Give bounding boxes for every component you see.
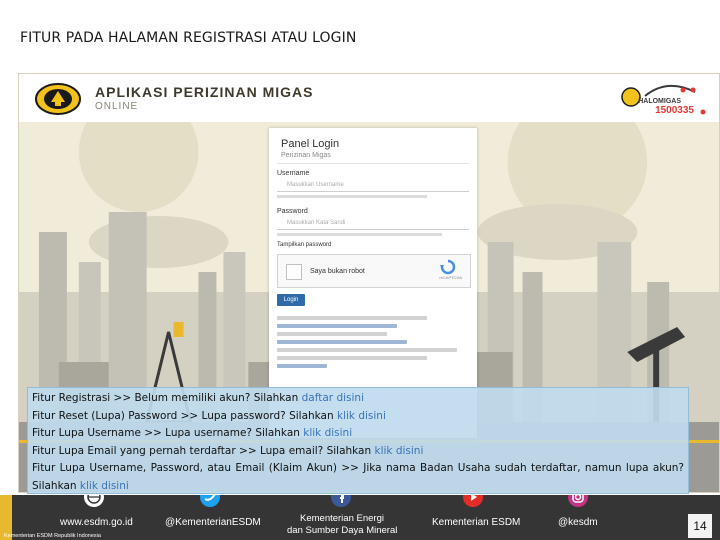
panel-subtitle: Perizinan Migas: [281, 152, 331, 159]
feature-description-box: Fitur Registrasi >> Belum memiliki akun?…: [27, 387, 689, 494]
feature-line-lupa-email: Fitur Lupa Email yang pernah terdaftar >…: [32, 444, 424, 457]
feature-line-registrasi: Fitur Registrasi >> Belum memiliki akun?…: [32, 392, 364, 404]
footer-youtube[interactable]: Kementerian ESDM: [432, 517, 520, 528]
captcha-label: Saya bukan robot: [310, 268, 365, 275]
footer-org-line1: Kementerian Energi: [300, 513, 384, 524]
recaptcha-widget: Saya bukan robot reCAPTCHA: [277, 254, 471, 288]
hotline-number: 1500335: [655, 105, 694, 116]
footer-instagram[interactable]: @kesdm: [558, 517, 598, 528]
password-input[interactable]: Masukkan Kata Sandi: [277, 218, 469, 230]
help-line: [277, 332, 387, 336]
hotline-label: HALOMIGAS: [638, 98, 681, 105]
help-line: [277, 316, 427, 320]
feature-line-lupa-username: Fitur Lupa Username >> Lupa username? Si…: [32, 427, 353, 440]
lupa-username-link[interactable]: klik disini: [303, 427, 352, 439]
help-link[interactable]: [277, 324, 397, 328]
help-line: [277, 356, 427, 360]
facebook-icon: [331, 495, 351, 507]
recaptcha-icon: [440, 259, 456, 275]
panel-title: Panel Login: [281, 138, 340, 150]
help-link[interactable]: [277, 340, 407, 344]
feature-line-reset-password: Fitur Reset (Lupa) Password >> Lupa pass…: [32, 409, 386, 422]
help-link[interactable]: [277, 364, 327, 368]
footer-twitter[interactable]: @KementerianESDM: [165, 517, 261, 528]
username-input[interactable]: Masukkan Username: [277, 180, 469, 192]
daftar-disini-link[interactable]: daftar disini: [302, 392, 364, 404]
footer-org-line2: dan Sumber Daya Mineral: [287, 525, 398, 536]
esdm-emblem-icon: [35, 83, 81, 115]
slide-title: FITUR PADA HALAMAN REGISTRASI ATAU LOGIN: [20, 30, 357, 46]
captcha-brand: reCAPTCHA: [439, 275, 462, 280]
password-hint: [277, 233, 442, 236]
klaim-akun-link[interactable]: klik disini: [80, 480, 129, 492]
instagram-icon: [568, 495, 588, 507]
username-label: Username: [277, 170, 310, 177]
panel-divider: [277, 163, 469, 164]
youtube-icon: [463, 495, 483, 507]
copyright-text: Kementerian ESDM Republik Indonesia: [4, 533, 101, 539]
page-number: 14: [688, 514, 712, 538]
login-button[interactable]: Login: [277, 294, 305, 306]
app-title: APLIKASI PERIZINAN MIGAS: [95, 84, 314, 100]
globe-icon: [84, 495, 104, 507]
password-label: Password: [277, 208, 308, 215]
footer-bar: www.esdm.go.id @KementerianESDM Kementer…: [0, 495, 720, 540]
app-header: APLIKASI PERIZINAN MIGAS ONLINE HALOMIGA…: [19, 74, 719, 122]
help-line: [277, 348, 457, 352]
show-password-checkbox[interactable]: Tampilkan password: [277, 242, 331, 248]
lupa-email-link[interactable]: klik disini: [375, 445, 424, 457]
footer-website[interactable]: www.esdm.go.id: [60, 517, 133, 528]
username-hint: [277, 195, 427, 198]
feature-line-klaim-akun: Fitur Lupa Username, Password, atau Emai…: [32, 462, 684, 492]
twitter-icon: [200, 495, 220, 507]
captcha-checkbox[interactable]: [286, 264, 302, 280]
reset-password-link[interactable]: klik disini: [337, 410, 386, 422]
app-subtitle: ONLINE: [95, 101, 139, 112]
